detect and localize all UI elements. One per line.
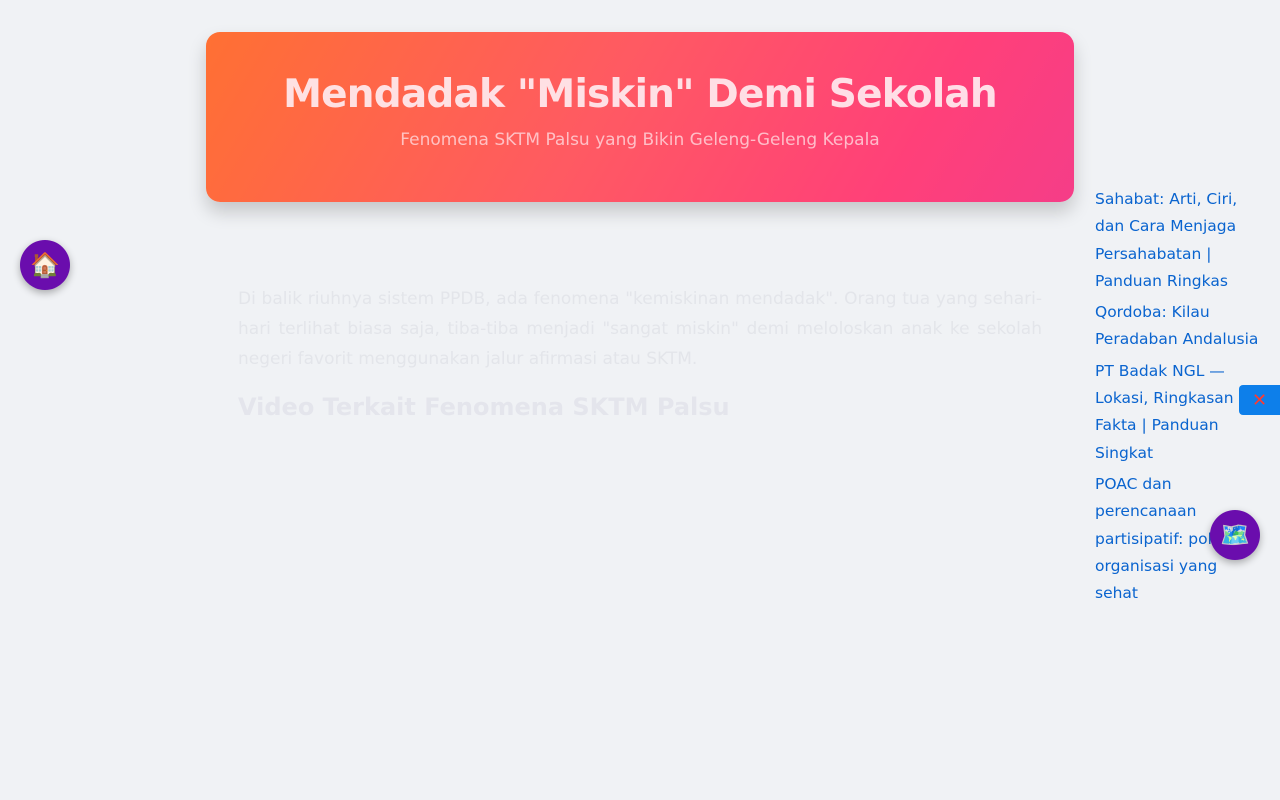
page-subtitle: Fenomena SKTM Palsu yang Bikin Geleng-Ge… — [400, 130, 880, 150]
article-content: Di balik riuhnya sistem PPDB, ada fenome… — [238, 284, 1042, 426]
close-sidebar-button[interactable]: ✕ — [1239, 385, 1280, 415]
page-title: Mendadak "Miskin" Demi Sekolah — [283, 72, 998, 117]
sitemap-button[interactable]: 🗺️ — [1210, 510, 1260, 560]
map-icon: 🗺️ — [1220, 521, 1250, 549]
home-button[interactable]: 🏠 — [20, 240, 70, 290]
page: Mendadak "Miskin" Demi Sekolah Fenomena … — [0, 0, 1280, 800]
article-hero-banner: Mendadak "Miskin" Demi Sekolah Fenomena … — [206, 32, 1074, 202]
related-link-item: Sahabat: Arti, Ciri, dan Cara Menjaga Pe… — [1095, 186, 1270, 295]
home-icon: 🏠 — [30, 251, 60, 279]
close-icon: ✕ — [1251, 389, 1268, 411]
related-link-qordoba[interactable]: Qordoba: Kilau Peradaban Andalusia — [1095, 299, 1270, 354]
related-link-sahabat[interactable]: Sahabat: Arti, Ciri, dan Cara Menjaga Pe… — [1095, 186, 1270, 295]
video-section-heading: Video Terkait Fenomena SKTM Palsu — [238, 393, 730, 421]
article-intro-paragraph: Di balik riuhnya sistem PPDB, ada fenome… — [238, 289, 1042, 369]
related-link-item: Qordoba: Kilau Peradaban Andalusia — [1095, 299, 1270, 354]
